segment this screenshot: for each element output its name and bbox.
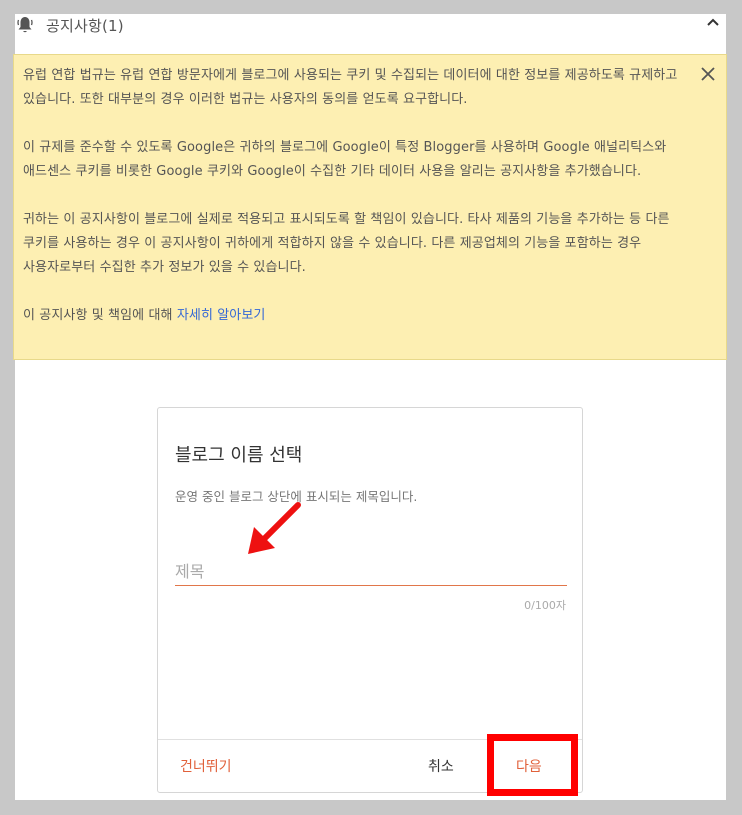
notice-learn-more-line: 이 공지사항 및 책임에 대해 자세히 알아보기 [23,304,686,328]
cancel-button[interactable]: 취소 [428,756,454,776]
close-icon[interactable] [700,66,716,82]
blog-name-dialog: 블로그 이름 선택 운영 중인 블로그 상단에 표시되는 제목입니다. 0/10… [157,407,583,793]
learn-more-prefix: 이 공지사항 및 책임에 대해 [23,308,177,323]
chevron-up-icon[interactable] [706,17,720,27]
notice-header: 공지사항(1) [15,14,726,54]
next-button[interactable]: 다음 [516,756,542,776]
dialog-footer: 건너뛰기 취소 다음 [158,739,582,793]
char-counter: 0/100자 [524,599,566,612]
bell-icon [17,17,33,33]
eu-cookie-notice: 유럽 연합 법규는 유럽 연합 방문자에게 블로그에 사용되는 쿠키 및 수집되… [13,54,727,360]
notice-paragraph: 귀하는 이 공지사항이 블로그에 실제로 적용되고 표시되도록 할 책임이 있습… [23,212,670,275]
notice-paragraph: 이 규제를 준수할 수 있도록 Google은 귀하의 블로그에 Google이… [23,140,667,179]
blog-title-input[interactable] [175,558,567,586]
notice-title: 공지사항(1) [46,17,124,35]
dialog-title: 블로그 이름 선택 [175,445,303,466]
skip-button[interactable]: 건너뛰기 [180,756,232,776]
blogger-page: 공지사항(1) 유럽 연합 법규는 유럽 연합 방문자에게 블로그에 사용되는 … [13,14,727,800]
dialog-subtitle: 운영 중인 블로그 상단에 표시되는 제목입니다. [175,489,418,504]
learn-more-link[interactable]: 자세히 알아보기 [177,308,266,323]
notice-paragraph: 유럽 연합 법규는 유럽 연합 방문자에게 블로그에 사용되는 쿠키 및 수집되… [23,68,678,107]
